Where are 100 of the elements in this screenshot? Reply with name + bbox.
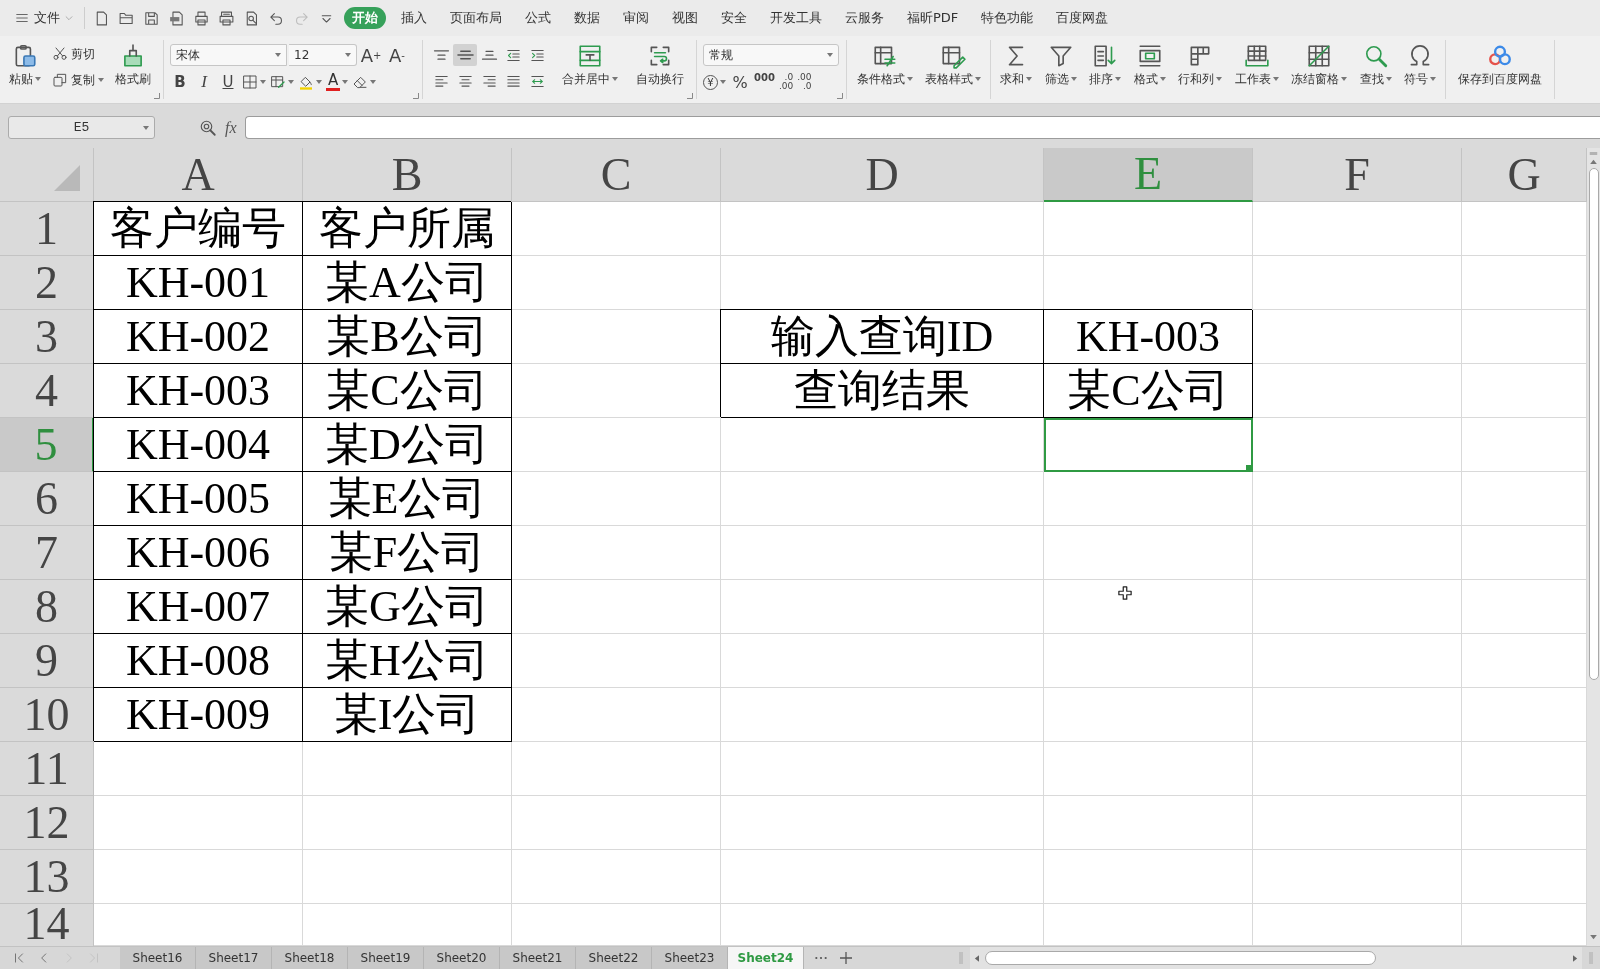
right-arrow-icon[interactable] — [1573, 954, 1578, 962]
empty-cell[interactable] — [1044, 742, 1253, 796]
empty-cell[interactable] — [512, 850, 721, 904]
row-header[interactable]: 10 — [0, 688, 94, 742]
decrease-font-button[interactable]: A$^{-}$ — [385, 45, 409, 65]
underline-button[interactable]: U — [218, 72, 238, 92]
empty-cell[interactable] — [1253, 580, 1462, 634]
row-header[interactable]: 6 — [0, 472, 94, 526]
empty-cell[interactable] — [721, 580, 1044, 634]
first-sheet-icon[interactable] — [12, 951, 26, 965]
percent-button[interactable]: % — [730, 72, 750, 92]
bold-button[interactable]: B — [170, 72, 190, 92]
empty-cell[interactable] — [1253, 850, 1462, 904]
font-color-button[interactable]: A — [326, 72, 349, 92]
empty-cell[interactable] — [512, 256, 721, 310]
ribbon-tab[interactable]: 插入 — [393, 7, 435, 29]
empty-cell[interactable] — [1044, 688, 1253, 742]
empty-cell[interactable] — [1044, 634, 1253, 688]
more-icon[interactable] — [814, 956, 828, 960]
empty-cell[interactable] — [512, 742, 721, 796]
empty-cell[interactable] — [303, 850, 512, 904]
empty-cell[interactable] — [1253, 634, 1462, 688]
symbol-button[interactable]: 符号 — [1399, 40, 1441, 96]
row-header[interactable]: 11 — [0, 742, 94, 796]
ribbon-tab[interactable]: 视图 — [664, 7, 706, 29]
italic-button[interactable]: I — [194, 72, 214, 92]
empty-cell[interactable] — [512, 688, 721, 742]
font-name-field[interactable]: 宋体 — [170, 44, 287, 66]
column-header[interactable]: D — [721, 148, 1044, 202]
horizontal-scrollbar[interactable] — [970, 947, 1582, 969]
empty-cell[interactable] — [721, 418, 1044, 472]
cloud-save-button[interactable]: 保存到百度网盘 — [1453, 40, 1547, 96]
empty-cell[interactable] — [512, 526, 721, 580]
paste-button[interactable]: 粘贴 — [4, 40, 46, 96]
grip-icon[interactable] — [1589, 152, 1598, 155]
empty-cell[interactable] — [1253, 526, 1462, 580]
empty-cell[interactable] — [721, 526, 1044, 580]
row-header[interactable]: 7 — [0, 526, 94, 580]
empty-cell[interactable] — [1253, 364, 1462, 418]
empty-cell[interactable] — [303, 796, 512, 850]
empty-cell[interactable] — [1253, 688, 1462, 742]
empty-cell[interactable] — [512, 418, 721, 472]
selected-cell[interactable] — [1044, 418, 1253, 472]
empty-cell[interactable] — [303, 742, 512, 796]
ribbon-tab[interactable]: 特色功能 — [973, 7, 1042, 29]
borders-button[interactable] — [242, 72, 266, 92]
row-header[interactable]: 3 — [0, 310, 94, 364]
scrollbar-thumb[interactable] — [985, 951, 1376, 965]
ribbon-tab[interactable]: 公式 — [517, 7, 559, 29]
filter-button[interactable]: 筛选 — [1039, 40, 1082, 96]
format-painter-button[interactable]: 格式刷 — [110, 40, 156, 96]
sheet-tab[interactable]: Sheet21 — [500, 947, 576, 969]
thousands-separator-button[interactable]: 000 — [754, 72, 775, 92]
column-header[interactable]: G — [1462, 148, 1587, 202]
sum-button[interactable]: 求和 — [995, 40, 1037, 96]
sheet-tab[interactable]: Sheet22 — [576, 947, 652, 969]
row-header[interactable]: 2 — [0, 256, 94, 310]
ribbon-tab[interactable]: 审阅 — [615, 7, 657, 29]
sheet-tab[interactable]: Sheet16 — [120, 947, 196, 969]
select-all-button[interactable] — [0, 148, 94, 202]
left-arrow-icon[interactable] — [974, 954, 979, 962]
empty-cell[interactable] — [512, 634, 721, 688]
dialog-launcher-icon[interactable] — [687, 93, 693, 99]
number-format-field[interactable]: 常规 — [703, 44, 839, 66]
find-button[interactable]: 查找 — [1354, 40, 1397, 96]
column-header[interactable]: A — [94, 148, 303, 202]
printer-icon[interactable] — [218, 9, 235, 27]
row-header[interactable]: 1 — [0, 202, 94, 256]
empty-cell[interactable] — [1253, 418, 1462, 472]
ribbon-tab[interactable]: 数据 — [566, 7, 608, 29]
empty-cell[interactable] — [721, 202, 1044, 256]
empty-cell[interactable] — [721, 742, 1044, 796]
file-menu[interactable]: 文件 — [10, 6, 78, 30]
column-header[interactable]: B — [303, 148, 512, 202]
format-button[interactable]: 格式 — [1128, 40, 1171, 96]
empty-cell[interactable] — [512, 202, 721, 256]
sheet-tab[interactable]: Sheet20 — [424, 947, 500, 969]
ribbon-tab[interactable]: 云服务 — [837, 7, 892, 29]
empty-cell[interactable] — [721, 796, 1044, 850]
empty-cell[interactable] — [512, 472, 721, 526]
align-middle-button[interactable] — [453, 44, 477, 66]
empty-cell[interactable] — [1253, 796, 1462, 850]
merge-center-button[interactable]: 合并居中 — [557, 40, 623, 96]
empty-cell[interactable] — [1253, 256, 1462, 310]
scrollbar-thumb[interactable] — [1588, 168, 1599, 680]
row-header[interactable]: 12 — [0, 796, 94, 850]
down-arrow-icon[interactable] — [1590, 935, 1597, 940]
add-sheet-icon[interactable] — [840, 952, 852, 964]
sheet-tab[interactable]: Sheet17 — [196, 947, 272, 969]
pdf-file-icon[interactable] — [168, 9, 185, 27]
wrap-text-button[interactable]: 自动换行 — [631, 40, 689, 96]
function-label[interactable]: fx — [225, 116, 237, 139]
zoom-icon[interactable] — [199, 119, 217, 137]
ribbon-tab[interactable]: 安全 — [713, 7, 755, 29]
formula-input[interactable] — [244, 116, 1600, 139]
conditional-format-button[interactable]: 条件格式 — [851, 40, 918, 96]
sheet-tab[interactable]: Sheet19 — [348, 947, 424, 969]
ribbon-tab[interactable]: 页面布局 — [442, 7, 510, 29]
empty-cell[interactable] — [721, 688, 1044, 742]
column-header[interactable]: F — [1253, 148, 1462, 202]
